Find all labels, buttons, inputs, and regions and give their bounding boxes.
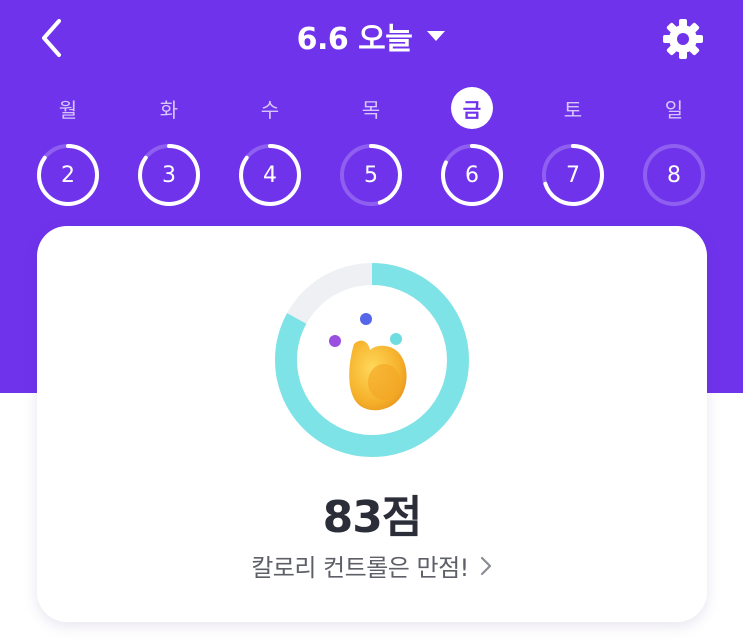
day-number: 8 [667, 162, 681, 188]
day-number: 7 [566, 162, 580, 188]
settings-button[interactable] [656, 12, 710, 66]
day-7[interactable]: 7 [540, 142, 606, 208]
chevron-right-icon [480, 556, 491, 575]
day-8[interactable]: 8 [641, 142, 707, 208]
day-number: 2 [61, 162, 75, 188]
day-number: 5 [364, 162, 378, 188]
date-selector[interactable]: 6.6 오늘 [0, 14, 743, 58]
score-detail-link[interactable]: 칼로리 컨트롤은 만점! [37, 548, 707, 583]
page-title: 6.6 오늘 [296, 22, 413, 57]
weekday-thu: 목 [361, 97, 381, 122]
day-4[interactable]: 4 [237, 142, 303, 208]
weekday-fri-selected: 금 [451, 87, 493, 129]
day-3[interactable]: 3 [136, 142, 202, 208]
day-number: 6 [465, 162, 479, 188]
gear-icon [663, 19, 703, 59]
day-number: 3 [162, 162, 176, 188]
weekday-row: 월 화 수 목 금 토 일 [0, 87, 743, 129]
top-bar: 6.6 오늘 [0, 0, 743, 78]
day-number: 4 [263, 162, 277, 188]
day-selector: 2 3 4 5 6 7 8 [0, 142, 743, 208]
day-5[interactable]: 5 [338, 142, 404, 208]
day-2[interactable]: 2 [35, 142, 101, 208]
day-6-selected[interactable]: 6 [439, 142, 505, 208]
weekday-mon: 월 [58, 97, 78, 122]
weekday-wed: 수 [260, 97, 280, 122]
mascot-icon [329, 313, 407, 411]
weekday-sun: 일 [664, 97, 684, 122]
caret-down-icon [426, 30, 446, 42]
score-value: 83점 [322, 492, 423, 543]
weekday-tue: 화 [159, 97, 179, 122]
score-message: 칼로리 컨트롤은 만점! [251, 554, 469, 582]
weekday-sat: 토 [563, 97, 583, 122]
daily-score-card[interactable]: 83점 칼로리 컨트롤은 만점! [37, 226, 707, 622]
